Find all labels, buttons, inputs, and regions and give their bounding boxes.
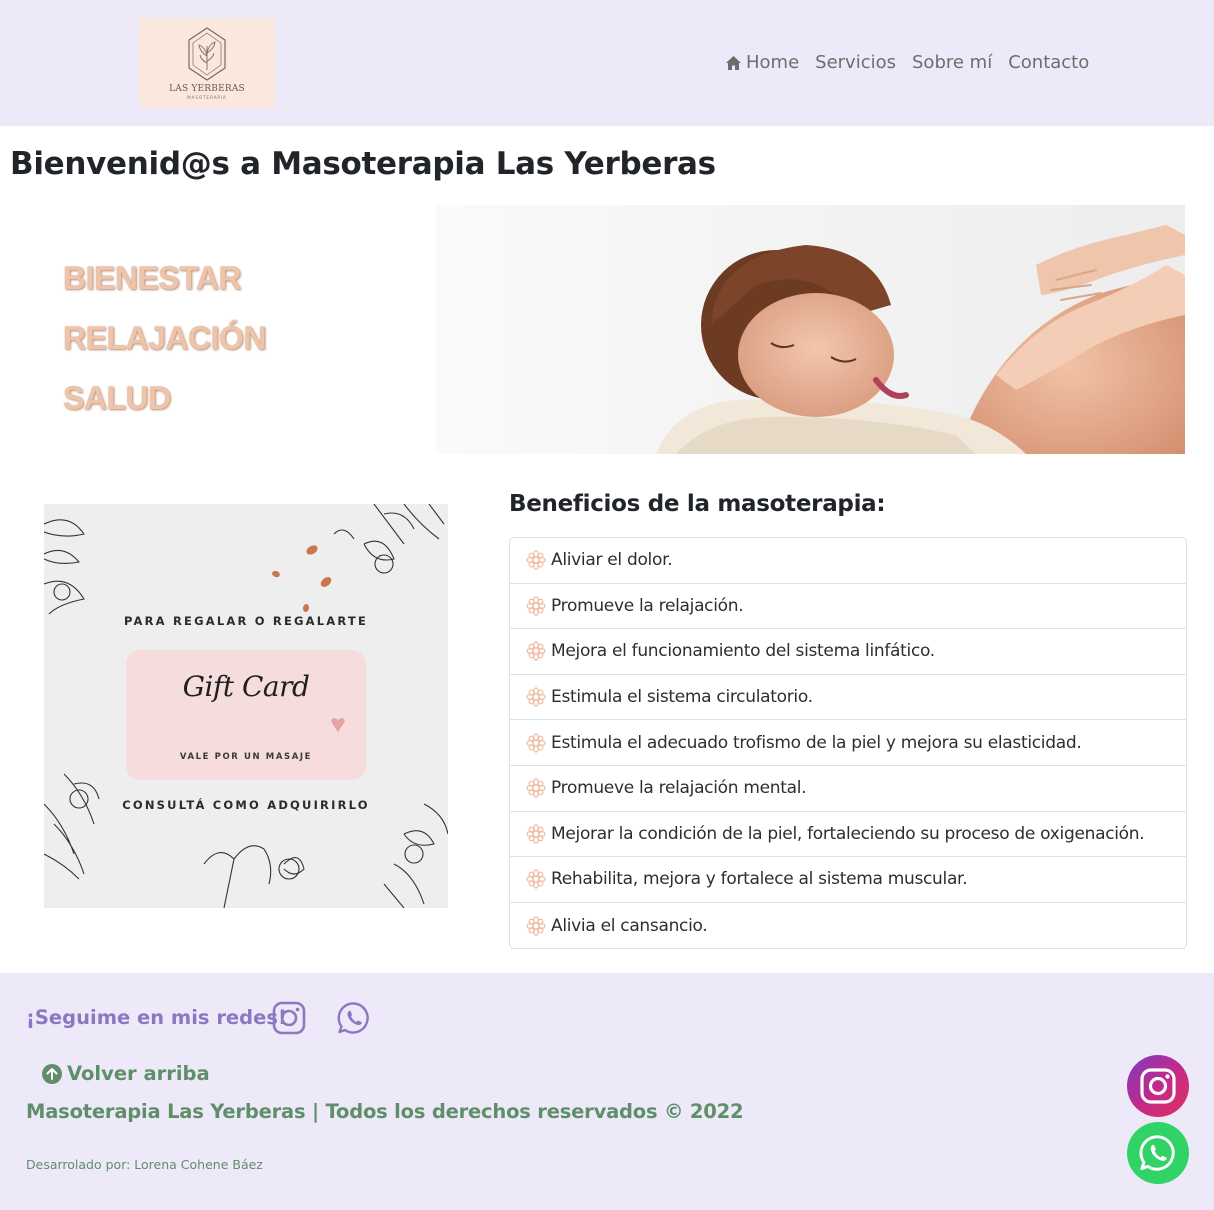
logo-emblem-icon <box>188 27 226 81</box>
site-header: LAS YERBERAS MASOTERAPIA Home Servicios … <box>0 0 1214 126</box>
list-item: Mejorar la condición de la piel, fortale… <box>510 812 1186 858</box>
nav-contacto-label: Contacto <box>1008 52 1090 73</box>
list-item: Promueve la relajación. <box>510 584 1186 630</box>
benefit-text: Mejora el funcionamiento del sistema lin… <box>551 641 935 662</box>
benefit-text: Alivia el cansancio. <box>551 915 708 936</box>
benefit-text: Promueve la relajación mental. <box>551 778 807 799</box>
flower-icon <box>526 641 546 662</box>
nav-contacto[interactable]: Contacto <box>1008 52 1089 73</box>
home-icon <box>726 55 741 70</box>
gift-card-subtitle: VALE POR UN MASAJE <box>179 752 313 762</box>
logo-subtitle: MASOTERAPIA <box>187 95 227 100</box>
floating-whatsapp-button[interactable] <box>1127 1122 1189 1184</box>
gift-card-title: Gift Card <box>182 670 310 703</box>
arrow-up-circle-icon <box>42 1063 62 1084</box>
flower-icon <box>526 687 546 707</box>
footer-instagram-link[interactable] <box>272 1001 306 1039</box>
nav-sobre-mi-label: Sobre mí <box>912 52 993 73</box>
follow-label: ¡Seguime en mis redes! <box>26 1006 287 1029</box>
list-item: Promueve la relajación mental. <box>510 766 1186 812</box>
nav-home[interactable]: Home <box>725 52 799 73</box>
list-item: Rehabilita, mejora y fortalece al sistem… <box>510 857 1186 903</box>
whatsapp-icon <box>1139 1135 1175 1171</box>
list-item: Estimula el adecuado trofismo de la piel… <box>510 720 1186 766</box>
benefit-text: Mejorar la condición de la piel, fortale… <box>551 823 1145 844</box>
benefit-text: Estimula el sistema circulatorio. <box>551 687 813 708</box>
gift-card-bottom-text: CONSULTÁ COMO ADQUIRIRLO <box>122 798 370 812</box>
nav-home-label: Home <box>746 52 800 73</box>
hero-word-bienestar: BIENESTAR <box>63 260 242 296</box>
logo-name: LAS YERBERAS <box>169 84 245 94</box>
main-nav: Home Servicios Sobre mí Contacto <box>725 52 1089 73</box>
developer-credit: Desarrolado por: Lorena Cohene Báez <box>26 1157 263 1172</box>
site-logo[interactable]: LAS YERBERAS MASOTERAPIA <box>139 18 275 108</box>
list-item: Aliviar el dolor. <box>510 538 1186 584</box>
hero-words: BIENESTAR RELAJACIÓN SALUD <box>63 258 267 438</box>
back-to-top-label: Volver arriba <box>67 1062 210 1085</box>
nav-sobre-mi[interactable]: Sobre mí <box>912 52 992 73</box>
hero-massage-image <box>436 205 1185 454</box>
flower-icon <box>526 596 546 616</box>
floating-instagram-button[interactable] <box>1127 1055 1189 1117</box>
page-title: Bienvenid@s a Masoterapia Las Yerberas <box>10 146 716 182</box>
flower-icon <box>526 824 546 844</box>
copyright-text: Masoterapia Las Yerberas | Todos los der… <box>26 1100 744 1123</box>
benefit-text: Promueve la relajación. <box>551 595 744 616</box>
flower-icon <box>526 550 546 570</box>
list-item: Mejora el funcionamiento del sistema lin… <box>510 629 1186 675</box>
hero-word-relajacion: RELAJACIÓN <box>63 320 267 356</box>
benefit-text: Estimula el adecuado trofismo de la piel… <box>551 732 1082 753</box>
instagram-icon <box>272 1001 306 1035</box>
benefit-text: Aliviar el dolor. <box>551 550 673 571</box>
benefits-list: Aliviar el dolor. Promueve la relajación… <box>509 537 1187 950</box>
back-to-top-link[interactable]: Volver arriba <box>41 1062 210 1085</box>
gift-card-top-text: PARA REGALAR O REGALARTE <box>123 614 369 628</box>
list-item: Estimula el sistema circulatorio. <box>510 675 1186 721</box>
footer-whatsapp-link[interactable] <box>337 1001 371 1039</box>
list-item: Alivia el cansancio. <box>510 903 1186 949</box>
flower-icon <box>526 915 546 936</box>
instagram-icon <box>1140 1068 1176 1104</box>
heart-icon <box>331 718 345 732</box>
benefit-text: Rehabilita, mejora y fortalece al sistem… <box>551 869 968 890</box>
benefits-title: Beneficios de la masoterapia: <box>509 491 886 517</box>
nav-servicios-label: Servicios <box>815 52 896 73</box>
flower-icon <box>526 778 546 798</box>
whatsapp-icon <box>337 1002 369 1034</box>
hero-word-salud: SALUD <box>63 380 171 416</box>
nav-servicios[interactable]: Servicios <box>815 52 896 73</box>
flower-icon <box>526 733 546 753</box>
flower-icon <box>526 869 546 890</box>
